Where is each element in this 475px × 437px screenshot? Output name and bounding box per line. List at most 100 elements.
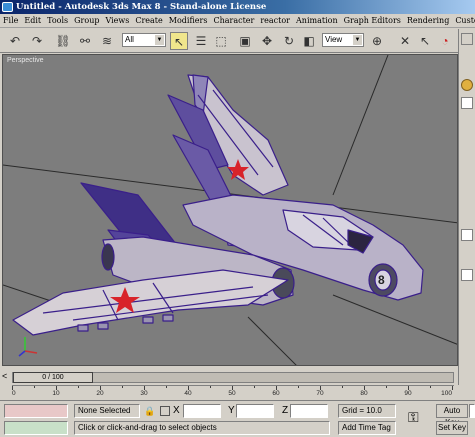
timeline-tick-label: 90 <box>404 390 412 397</box>
undo-icon[interactable]: ↶ <box>6 32 24 50</box>
timeline-tick-label: 0 <box>12 390 16 397</box>
menu-rendering[interactable]: Rendering <box>404 14 452 27</box>
timeline-tick <box>166 386 167 388</box>
rect-selection-region-icon[interactable]: ⬚ <box>212 32 230 50</box>
unlink-icon[interactable]: ⚯ <box>76 32 94 50</box>
set-key-mode-icon[interactable]: ⚿ <box>408 409 419 426</box>
menu-modifiers[interactable]: Modifiers <box>166 14 211 27</box>
pivot-center-icon[interactable]: ⊕ <box>368 32 386 50</box>
menu-bar: File Edit Tools Group Views Create Modifiers Ch… <box>0 14 475 28</box>
timeline-tick <box>386 386 387 388</box>
select-and-link-icon[interactable]: ⛓ <box>54 32 72 50</box>
menu-views[interactable]: Views <box>102 14 132 27</box>
maxscript-listener-field[interactable] <box>4 404 68 418</box>
menu-edit[interactable]: Edit <box>21 14 44 27</box>
menu-reactor[interactable]: reactor <box>257 14 293 27</box>
command-panel-field[interactable] <box>461 229 473 241</box>
y-coord-field[interactable] <box>236 404 274 418</box>
menu-character[interactable]: Character <box>210 14 257 27</box>
timeline-tick-label: 50 <box>228 390 236 397</box>
prev-frame-icon[interactable]: < <box>2 371 7 381</box>
timeline-tick-label: 40 <box>184 390 192 397</box>
timeline-tick <box>452 386 453 390</box>
timeline-tick-label: 70 <box>316 390 324 397</box>
title-bar: Untitled - Autodesk 3ds Max 8 - Stand-al… <box>0 0 475 14</box>
object-color-icon[interactable] <box>461 79 473 91</box>
timeline-tick <box>298 386 299 388</box>
status-bar: None Selected 🔒 X Y Z Grid = 10.0 Click … <box>0 400 475 437</box>
reference-coord-value: View <box>325 35 343 44</box>
window-crossing-icon[interactable]: ▣ <box>236 32 254 50</box>
angle-snap-icon[interactable]: ◔ <box>436 32 454 50</box>
main-toolbar: ↶ ↷ ⛓ ⚯ ≋ All ▼ ↖ ☰ ⬚ ▣ ✥ ↻ ◧ View ▼ ⊕ ✕… <box>0 29 458 53</box>
create-tab-icon[interactable] <box>461 33 473 45</box>
command-panel-field[interactable] <box>461 269 473 281</box>
time-slider[interactable]: 0 / 100 <box>12 372 454 383</box>
viewport-label[interactable]: Perspective <box>7 57 44 64</box>
command-panel-field[interactable] <box>461 97 473 109</box>
selection-filter-dropdown[interactable]: All ▼ <box>122 33 166 47</box>
menu-graph-editors[interactable]: Graph Editors <box>341 14 404 27</box>
timeline-tick <box>342 386 343 388</box>
key-filter-field[interactable] <box>469 404 475 418</box>
axis-tripod-icon <box>18 337 38 357</box>
timeline-tick <box>78 386 79 388</box>
bind-space-warp-icon[interactable]: ≋ <box>98 32 116 50</box>
reference-coord-dropdown[interactable]: View ▼ <box>322 33 364 47</box>
timeline-tick <box>254 386 255 388</box>
selection-filter-value: All <box>125 35 134 44</box>
snap-toggle-icon[interactable]: ↖ <box>416 32 434 50</box>
timeline-tick-label: 30 <box>140 390 148 397</box>
home-grid-line <box>332 294 457 345</box>
add-time-tag-field[interactable]: Add Time Tag <box>338 421 396 435</box>
select-and-scale-icon[interactable]: ◧ <box>300 32 318 50</box>
viewport-scene: 8 <box>3 55 457 365</box>
absolute-mode-icon[interactable] <box>160 406 170 416</box>
menu-animation[interactable]: Animation <box>293 14 341 27</box>
menu-tools[interactable]: Tools <box>44 14 71 27</box>
selection-status: None Selected <box>74 404 140 418</box>
y-coord-label: Y <box>228 405 235 416</box>
set-key-button[interactable]: Set Key <box>436 421 468 435</box>
timeline-tick <box>122 386 123 388</box>
select-and-move-icon[interactable]: ✥ <box>258 32 276 50</box>
timeline-tick <box>430 386 431 388</box>
menu-customize[interactable]: Customize <box>452 14 475 27</box>
lock-selection-icon[interactable]: 🔒 <box>144 404 155 418</box>
z-coord-label: Z <box>282 405 289 416</box>
redo-icon[interactable]: ↷ <box>28 32 46 50</box>
app-icon[interactable] <box>2 2 13 12</box>
jet-model: 8 <box>12 74 424 336</box>
select-and-rotate-icon[interactable]: ↻ <box>280 32 298 50</box>
home-grid-line <box>247 316 297 365</box>
select-by-name-icon[interactable]: ☰ <box>192 32 210 50</box>
menu-group[interactable]: Group <box>71 14 102 27</box>
timeline-ruler[interactable]: 0 10 20 30 40 50 60 70 80 90 100 <box>12 385 454 398</box>
timeline-tick <box>210 386 211 388</box>
z-coord-field[interactable] <box>290 404 328 418</box>
auto-key-button[interactable]: Auto Key <box>436 404 468 427</box>
nose-number: 8 <box>378 273 385 287</box>
timeline-tick-label: 20 <box>96 390 104 397</box>
select-manipulate-icon[interactable]: ✕ <box>396 32 414 50</box>
perspective-viewport[interactable]: 8 Perspective <box>2 54 458 366</box>
grid-size-display: Grid = 10.0 <box>338 404 396 418</box>
timeline-tick-label: 80 <box>360 390 368 397</box>
timeline-tick-label: 100 <box>441 390 452 397</box>
timeline-tick-label: 60 <box>272 390 280 397</box>
x-coord-field[interactable] <box>183 404 221 418</box>
chevron-down-icon: ▼ <box>155 35 164 45</box>
command-panel[interactable] <box>458 29 475 385</box>
window-title: Untitled - Autodesk 3ds Max 8 - Stand-al… <box>16 2 267 12</box>
select-object-icon[interactable]: ↖ <box>170 32 188 50</box>
track-bar: < 0 / 100 0 10 20 30 40 50 60 70 80 90 100 <box>0 367 458 399</box>
home-grid-line <box>332 55 389 196</box>
menu-file[interactable]: File <box>0 14 21 27</box>
near-wing <box>12 269 289 336</box>
x-coord-label: X <box>173 405 180 416</box>
timeline-tick <box>34 386 35 388</box>
time-slider-thumb[interactable]: 0 / 100 <box>13 372 93 383</box>
chevron-down-icon: ▼ <box>353 35 362 45</box>
menu-create[interactable]: Create <box>132 14 165 27</box>
maxscript-output-field[interactable] <box>4 421 68 435</box>
